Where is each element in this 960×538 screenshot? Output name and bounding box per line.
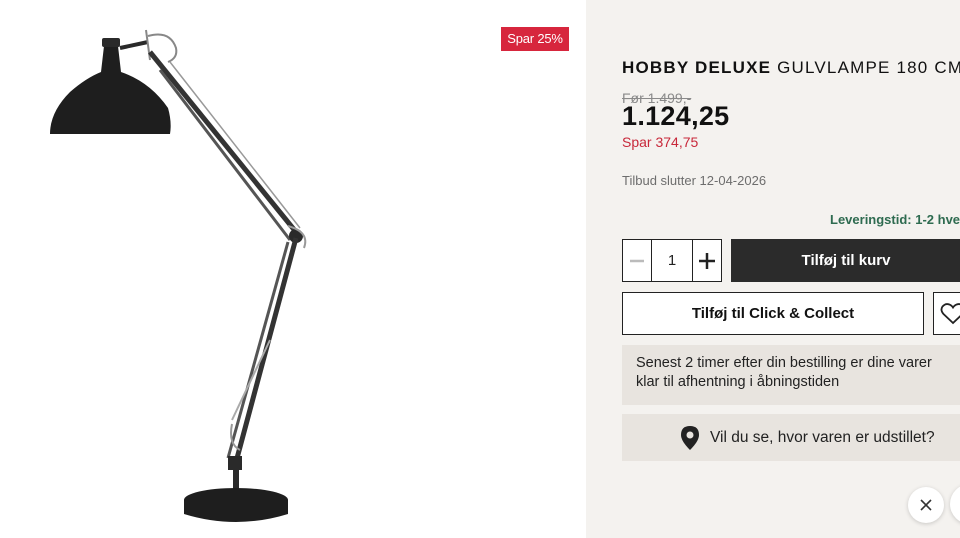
- click-collect-button[interactable]: Tilføj til Click & Collect: [622, 292, 924, 335]
- product-image-floor-lamp[interactable]: [0, 0, 586, 538]
- quantity-stepper: 1: [622, 239, 722, 282]
- add-to-cart-button[interactable]: Tilføj til kurv: [731, 239, 960, 282]
- current-price: 1.124,25: [622, 101, 730, 131]
- delivery-time: Leveringstid: 1-2 hverdage: [830, 212, 960, 227]
- product-brand: HOBBY DELUXE: [622, 58, 772, 77]
- plus-icon[interactable]: [692, 240, 721, 281]
- close-button[interactable]: [908, 487, 944, 523]
- heart-icon: [940, 302, 960, 324]
- quantity-value[interactable]: 1: [652, 240, 692, 281]
- close-icon: [920, 499, 932, 511]
- offer-end-date: Tilbud slutter 12-04-2026: [622, 173, 767, 188]
- showroom-text: Vil du se, hvor varen er udstillet?: [710, 428, 935, 446]
- location-pin-icon: [681, 426, 699, 450]
- product-title: HOBBY DELUXE GULVLAMPE 180 CM: [622, 58, 960, 78]
- showroom-link[interactable]: Vil du se, hvor varen er udstillet?: [622, 414, 960, 461]
- wishlist-button[interactable]: [933, 292, 960, 335]
- pickup-info: Senest 2 timer efter din bestilling er d…: [622, 345, 960, 405]
- product-info-panel: HOBBY DELUXE GULVLAMPE 180 CM Før 1.499,…: [586, 0, 960, 538]
- product-image-area: Spar 25%: [0, 0, 586, 538]
- product-name: GULVLAMPE 180 CM: [771, 58, 960, 77]
- savings-amount: Spar 374,75: [622, 134, 699, 150]
- sale-badge: Spar 25%: [501, 27, 569, 51]
- chat-icon[interactable]: [950, 484, 960, 524]
- minus-icon[interactable]: [623, 240, 652, 281]
